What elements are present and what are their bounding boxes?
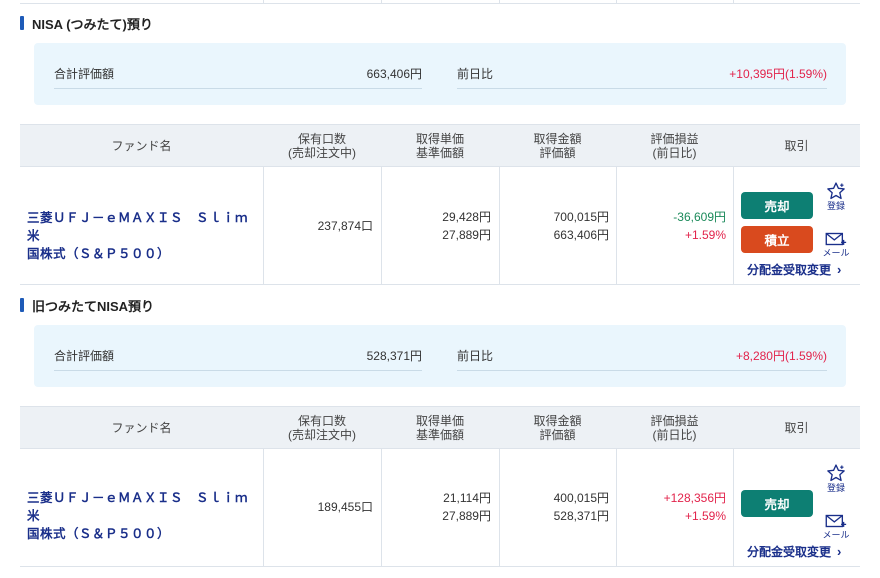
evaluation-amount: 663,406円 [553,228,609,242]
base-price: 27,889円 [442,228,491,242]
register-label: 登録 [826,201,845,211]
header-fund-name: ファンド名 [111,139,172,153]
holdings-table: ファンド名 保有口数 (売却注文中) 取得単価 基準価額 取得金額 評価額 評価損益(… [20,124,860,286]
star-outline-icon [827,182,845,200]
section-title-text: 旧つみたてNISA預り [32,298,155,314]
acquisition-amount: 400,015円 [553,491,609,505]
mail-label: メール [822,248,850,258]
section-title-text: NISA (つみたて)預り [32,16,153,32]
register-favorite[interactable]: 登録 [821,463,851,493]
chevron-right-icon: › [837,262,842,277]
star-outline-icon [827,464,845,482]
pnl-value: +128,356円 [663,491,726,505]
acquisition-unit-price: 21,114円 [443,491,491,505]
sell-button[interactable]: 売却 [741,490,813,517]
summary-box: 合計評価額 663,406円 前日比 +10,395円(1.59%) [34,43,846,105]
summary-box: 合計評価額 528,371円 前日比 +8,280円(1.59%) [34,325,846,387]
header-fund-name: ファンド名 [111,421,172,435]
header-trade: 取引 [784,139,809,153]
mail-plus-icon [825,514,847,528]
table-header: ファンド名 保有口数 (売却注文中) 取得単価 基準価額 取得金額 評価額 評価損益(… [20,407,860,449]
header-pnl: 評価損益 (前日比) [650,132,699,160]
table-row: 三菱ＵＦＪ－ｅＭＡＸＩＳ Ｓｌｉｍ 米 国株式（Ｓ＆Ｐ５００） 189,455口… [20,449,860,567]
dividend-change-link[interactable]: 分配金受取変更 › [747,543,841,560]
column-divider [733,449,734,567]
total-valuation-value: 663,406円 [366,67,422,81]
chevron-right-icon: › [837,544,842,559]
fund-name-link[interactable]: 三菱ＵＦＪ－ｅＭＡＸＩＳ Ｓｌｉｍ 米 国株式（Ｓ＆Ｐ５００） [27,209,261,263]
dividend-change-label: 分配金受取変更 [747,545,832,559]
header-units: 保有口数 (売却注文中) [288,414,356,442]
table-header: ファンド名 保有口数 (売却注文中) 取得単価 基準価額 取得金額 評価額 評価損益(… [20,125,860,167]
previous-table-edge [20,0,860,4]
section-marker [20,298,24,312]
register-label: 登録 [826,483,845,493]
mail-alert[interactable]: メール [821,230,851,258]
dividend-change-link[interactable]: 分配金受取変更 › [747,261,841,278]
acquisition-unit-price: 29,428円 [442,210,491,224]
day-change-cell: 前日比 +8,280円(1.59%) [457,343,827,371]
day-change-percent: +1.59% [684,509,726,523]
column-divider [263,0,264,4]
holdings-table: ファンド名 保有口数 (売却注文中) 取得単価 基準価額 取得金額 評価額 評価損益(… [20,406,860,568]
mail-plus-icon [825,232,847,246]
header-pnl: 評価損益 (前日比) [650,414,699,442]
mail-label: メール [822,530,850,540]
total-valuation-cell: 合計評価額 663,406円 [54,61,422,89]
tsumitate-button[interactable]: 積立 [741,226,813,253]
table-row: 三菱ＵＦＪ－ｅＭＡＸＩＳ Ｓｌｉｍ 米 国株式（Ｓ＆Ｐ５００） 237,874口… [20,167,860,285]
section-title: NISA (つみたて)預り [20,15,153,32]
day-change-value: +8,280円(1.59%) [735,349,827,363]
day-change-label: 前日比 [457,349,494,363]
column-divider [616,0,617,4]
header-unit-price: 取得単価 基準価額 [415,132,464,160]
column-divider [733,167,734,285]
total-valuation-label: 合計評価額 [54,349,115,363]
column-divider [733,0,734,4]
evaluation-amount: 528,371円 [553,509,609,523]
total-valuation-cell: 合計評価額 528,371円 [54,343,422,371]
column-divider [381,0,382,4]
section-title: 旧つみたてNISA預り [20,297,155,314]
day-change-cell: 前日比 +10,395円(1.59%) [457,61,827,89]
dividend-change-label: 分配金受取変更 [747,263,832,277]
total-valuation-label: 合計評価額 [54,67,115,81]
day-change-label: 前日比 [457,67,494,81]
day-change-percent: +1.59% [684,228,726,242]
section-marker [20,16,24,30]
total-valuation-value: 528,371円 [366,349,422,363]
header-amount: 取得金額 評価額 [533,414,582,442]
acquisition-amount: 700,015円 [553,210,609,224]
base-price: 27,889円 [442,509,491,523]
header-amount: 取得金額 評価額 [533,132,582,160]
mail-alert[interactable]: メール [821,512,851,540]
pnl-value: -36,609円 [673,210,726,224]
header-units: 保有口数 (売却注文中) [288,132,356,160]
units-value: 237,874口 [317,219,373,233]
column-divider [499,0,500,4]
register-favorite[interactable]: 登録 [821,181,851,211]
units-value: 189,455口 [317,500,373,514]
day-change-value: +10,395円(1.59%) [729,67,827,81]
header-trade: 取引 [784,421,809,435]
fund-name-link[interactable]: 三菱ＵＦＪ－ｅＭＡＸＩＳ Ｓｌｉｍ 米 国株式（Ｓ＆Ｐ５００） [27,489,261,543]
header-unit-price: 取得単価 基準価額 [415,414,464,442]
sell-button[interactable]: 売却 [741,192,813,219]
